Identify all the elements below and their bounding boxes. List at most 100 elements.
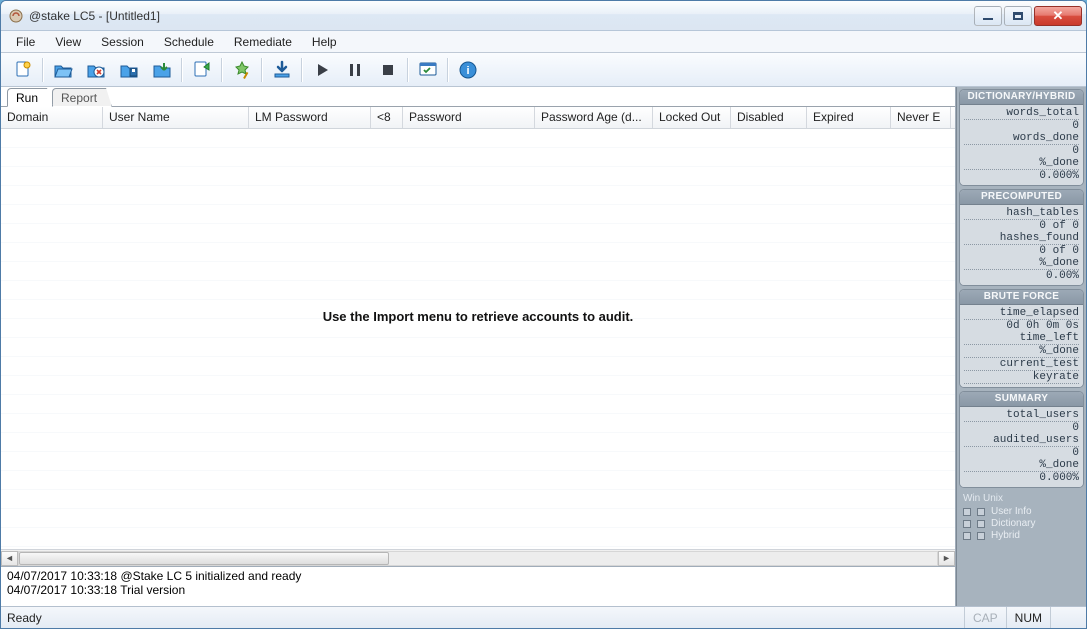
body-area: Run Report DomainUser NameLM Password<8P… [1, 87, 1086, 606]
stat-label: keyrate [964, 371, 1079, 384]
minimize-button[interactable] [974, 6, 1002, 26]
panel-precomputed: PRECOMPUTED hash_tables 0 of 0hashes_foun… [959, 189, 1084, 286]
maximize-button[interactable] [1004, 6, 1032, 26]
column-header[interactable]: Password Age (d... [535, 107, 653, 128]
panel-title: BRUTE FORCE [960, 290, 1083, 305]
stat-value: 0 of 0 [964, 245, 1079, 257]
titlebar[interactable]: @stake LC5 - [Untitled1] ✕ [1, 1, 1086, 31]
checkbox-icon[interactable] [977, 508, 985, 516]
stat-label: current_test [964, 358, 1079, 371]
misc-item[interactable]: Hybrid [963, 530, 1080, 541]
checkbox-icon[interactable] [963, 532, 971, 540]
checkbox-icon[interactable] [963, 508, 971, 516]
close-session-button[interactable] [80, 56, 112, 84]
menu-file[interactable]: File [7, 33, 44, 51]
column-header[interactable]: Password [403, 107, 535, 128]
table: DomainUser NameLM Password<8PasswordPass… [1, 107, 955, 549]
misc-label: User Info [991, 506, 1032, 517]
checkbox-icon[interactable] [977, 520, 985, 528]
empty-message: Use the Import menu to retrieve accounts… [1, 309, 955, 324]
stat-value: 0.000% [964, 170, 1079, 182]
misc-item[interactable]: Dictionary [963, 518, 1080, 529]
column-header[interactable]: User Name [103, 107, 249, 128]
column-header[interactable]: Never E [891, 107, 951, 128]
stat-label: words_total [964, 107, 1079, 120]
stat-label: %_done [964, 157, 1079, 170]
pause-button[interactable] [339, 56, 371, 84]
checkbox-icon[interactable] [977, 532, 985, 540]
checkbox-icon[interactable] [963, 520, 971, 528]
stat-value: 0 [964, 145, 1079, 157]
column-header[interactable]: LM Password [249, 107, 371, 128]
stat-label: time_left [964, 332, 1079, 345]
status-cap: CAP [964, 607, 1006, 628]
status-empty [1050, 607, 1080, 628]
stat-value: 0d 0h 0m 0s [964, 320, 1079, 332]
stop-button[interactable] [372, 56, 404, 84]
column-header[interactable]: Locked Out [653, 107, 731, 128]
menu-remediate[interactable]: Remediate [225, 33, 301, 51]
log-line: 04/07/2017 10:33:18 @Stake LC 5 initiali… [7, 569, 949, 583]
table-header: DomainUser NameLM Password<8PasswordPass… [1, 107, 955, 129]
log-line: 04/07/2017 10:33:18 Trial version [7, 583, 949, 597]
side-panel: DICTIONARY/HYBRID words_total0words_done… [956, 87, 1086, 606]
stat-value: 0 [964, 447, 1079, 459]
menu-help[interactable]: Help [303, 33, 346, 51]
scroll-track[interactable] [18, 551, 938, 566]
misc-label: Dictionary [991, 518, 1035, 529]
stat-label: hash_tables [964, 207, 1079, 220]
import-button[interactable] [146, 56, 178, 84]
wizard-button[interactable] [226, 56, 258, 84]
window-title: @stake LC5 - [Untitled1] [29, 9, 974, 23]
close-button[interactable]: ✕ [1034, 6, 1082, 26]
tab-run[interactable]: Run [7, 88, 53, 107]
column-header[interactable]: Domain [1, 107, 103, 128]
tab-report[interactable]: Report [52, 88, 112, 107]
toolbar: i [1, 53, 1086, 87]
stat-label: %_done [964, 459, 1079, 472]
panel-misc: Win Unix User InfoDictionaryHybrid [959, 491, 1084, 604]
horizontal-scrollbar[interactable]: ◄ ► [1, 549, 955, 566]
column-header[interactable]: Expired [807, 107, 891, 128]
open-session-button[interactable] [47, 56, 79, 84]
scroll-thumb[interactable] [19, 552, 389, 565]
new-session-button[interactable] [7, 56, 39, 84]
menu-schedule[interactable]: Schedule [155, 33, 223, 51]
stat-label: %_done [964, 257, 1079, 270]
play-button[interactable] [306, 56, 338, 84]
misc-label: Hybrid [991, 530, 1020, 541]
misc-header: Win Unix [963, 493, 1080, 504]
panel-bruteforce: BRUTE FORCE time_elapsed0d 0h 0m 0stime_… [959, 289, 1084, 388]
options-button[interactable] [412, 56, 444, 84]
misc-item[interactable]: User Info [963, 506, 1080, 517]
stat-label: hashes_found [964, 232, 1079, 245]
stat-value: 0 [964, 422, 1079, 434]
status-num: NUM [1006, 607, 1050, 628]
app-window: @stake LC5 - [Untitled1] ✕ File View Ses… [0, 0, 1087, 629]
panel-title: SUMMARY [960, 392, 1083, 407]
column-header[interactable]: Disabled [731, 107, 807, 128]
stat-label: words_done [964, 132, 1079, 145]
menubar: File View Session Schedule Remediate Hel… [1, 31, 1086, 53]
stat-value: 0.000% [964, 472, 1079, 484]
table-body: Use the Import menu to retrieve accounts… [1, 129, 955, 549]
download-button[interactable] [266, 56, 298, 84]
menu-session[interactable]: Session [92, 33, 153, 51]
scroll-left-button[interactable]: ◄ [1, 551, 18, 566]
left-pane: Run Report DomainUser NameLM Password<8P… [1, 87, 956, 606]
menu-view[interactable]: View [46, 33, 90, 51]
help-button[interactable]: i [452, 56, 484, 84]
panel-title: PRECOMPUTED [960, 190, 1083, 205]
save-session-button[interactable] [113, 56, 145, 84]
column-header[interactable]: <8 [371, 107, 403, 128]
panel-summary: SUMMARY total_users0audited_users0%_done… [959, 391, 1084, 488]
export-button[interactable] [186, 56, 218, 84]
statusbar: Ready CAP NUM [1, 606, 1086, 628]
status-ready: Ready [7, 611, 42, 625]
panel-title: DICTIONARY/HYBRID [960, 90, 1083, 105]
app-icon [8, 8, 24, 24]
stat-label: audited_users [964, 434, 1079, 447]
panel-dictionary: DICTIONARY/HYBRID words_total 0words_done… [959, 89, 1084, 186]
scroll-right-button[interactable]: ► [938, 551, 955, 566]
tabs: Run Report [1, 87, 955, 107]
